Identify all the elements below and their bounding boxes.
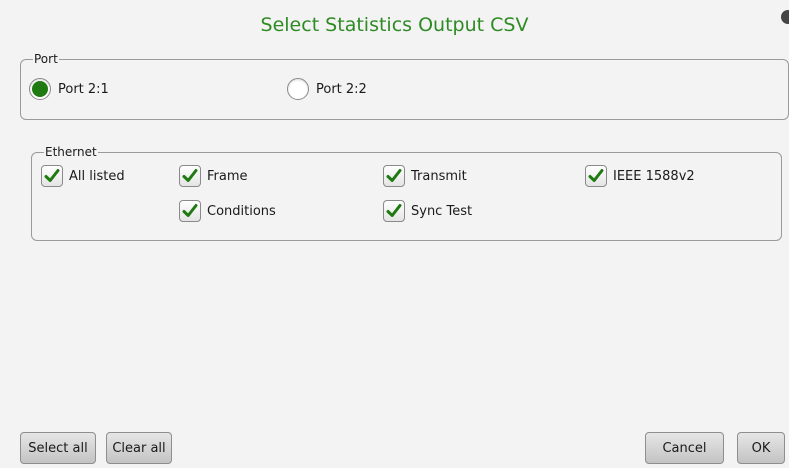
checkmark-icon[interactable] — [383, 200, 405, 222]
checkbox-conditions[interactable]: Conditions — [179, 200, 276, 222]
checkmark-icon[interactable] — [179, 200, 201, 222]
radio-port-2-1[interactable]: Port 2:1 — [29, 78, 109, 100]
checkbox-transmit[interactable]: Transmit — [383, 165, 467, 187]
checkbox-ieee-1588v2-label: IEEE 1588v2 — [613, 168, 695, 184]
checkbox-transmit-label: Transmit — [411, 168, 467, 184]
checkbox-frame-label: Frame — [207, 168, 248, 184]
port-group-legend: Port — [34, 52, 58, 66]
checkmark-icon[interactable] — [41, 165, 63, 187]
checkmark-icon[interactable] — [383, 165, 405, 187]
ethernet-group: Ethernet All listed Frame Transmit IEEE … — [31, 145, 782, 241]
checkbox-all-listed-label: All listed — [69, 168, 125, 184]
ethernet-group-legend: Ethernet — [45, 145, 97, 159]
radio-port-2-1-label: Port 2:1 — [58, 81, 109, 97]
checkbox-all-listed[interactable]: All listed — [41, 165, 125, 187]
checkbox-sync-test-label: Sync Test — [411, 203, 473, 219]
port-group: Port Port 2:1 Port 2:2 — [20, 52, 789, 120]
clear-all-button[interactable]: Clear all — [106, 432, 172, 464]
checkmark-icon[interactable] — [179, 165, 201, 187]
cancel-button[interactable]: Cancel — [645, 432, 724, 464]
radio-unselected-icon[interactable] — [287, 78, 309, 100]
radio-selected-icon[interactable] — [29, 78, 51, 100]
checkmark-icon[interactable] — [585, 165, 607, 187]
dialog-title: Select Statistics Output CSV — [260, 14, 529, 36]
corner-handle-icon[interactable] — [781, 10, 789, 24]
radio-port-2-2[interactable]: Port 2:2 — [287, 78, 367, 100]
radio-port-2-2-label: Port 2:2 — [316, 81, 367, 97]
checkbox-conditions-label: Conditions — [207, 203, 276, 219]
ok-button[interactable]: OK — [737, 432, 785, 464]
checkbox-ieee-1588v2[interactable]: IEEE 1588v2 — [585, 165, 695, 187]
select-all-button[interactable]: Select all — [20, 432, 96, 464]
checkbox-frame[interactable]: Frame — [179, 165, 248, 187]
checkbox-sync-test[interactable]: Sync Test — [383, 200, 472, 222]
